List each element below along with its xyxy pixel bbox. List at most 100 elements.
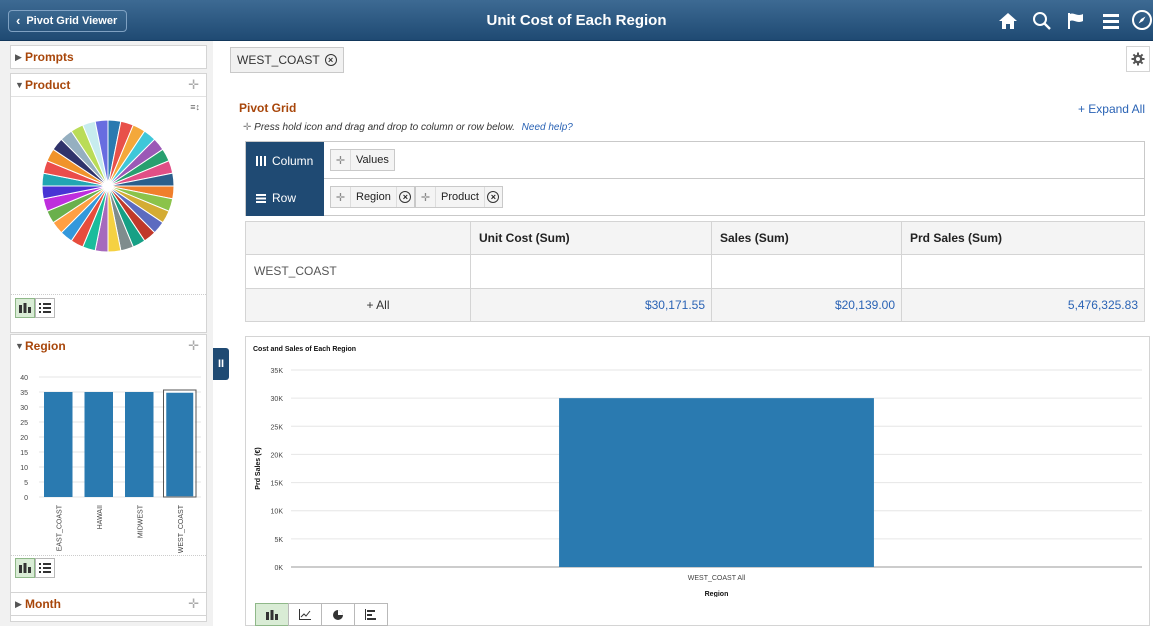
region-facet-header[interactable]: ▼ Region ✛ <box>11 335 206 357</box>
product-facet: ▼ Product ✛ ≡↕ <box>10 73 207 333</box>
gear-icon <box>1131 52 1145 66</box>
x-tick-label: MIDWEST <box>137 504 144 538</box>
x-tick-label: EAST_COAST <box>56 504 63 551</box>
field-pill-product[interactable]: ✛ Product × <box>415 186 503 208</box>
column-drop-zone[interactable]: Column ✛ Values <box>246 142 1144 179</box>
back-button[interactable]: ‹ Pivot Grid Viewer <box>8 10 128 32</box>
region-bar-chart: 40 35 30 25 20 15 10 5 0 EAST_COAST HAWAII MIDWEST W… <box>20 375 201 553</box>
x-tick-label: HAWAII <box>97 505 104 529</box>
caret-right-icon: ▶ <box>15 598 22 609</box>
drag-handle-icon[interactable]: ✛ <box>188 77 199 93</box>
horizontal-bar-icon <box>365 609 376 620</box>
flag-icon[interactable] <box>1065 10 1087 32</box>
move-icon[interactable]: ✛ <box>416 187 436 207</box>
field-pill-values[interactable]: ✛ Values <box>330 149 395 171</box>
grid-header[interactable]: Sales (Sum) <box>711 220 902 256</box>
back-button-label: Pivot Grid Viewer <box>26 15 118 27</box>
list-icon <box>39 563 51 573</box>
remove-field-icon[interactable]: × <box>487 191 500 203</box>
y-tick-label: 5 <box>24 480 28 487</box>
home-icon[interactable] <box>997 10 1019 32</box>
row-group-label[interactable]: WEST_COAST <box>245 254 471 289</box>
row-drop-zone[interactable]: Row ✛ Region × ✛ Product × <box>246 179 1144 216</box>
sort-icon[interactable]: ≡↕ <box>190 102 200 112</box>
grid-header[interactable]: Prd Sales (Sum) <box>901 220 1145 256</box>
product-pie-chart <box>41 119 175 253</box>
expand-all-row-link[interactable]: + All <box>245 287 471 323</box>
bar-chart-button[interactable] <box>255 603 289 626</box>
grid-header[interactable]: Unit Cost (Sum) <box>470 220 712 256</box>
y-tick-label: 25K <box>271 424 284 431</box>
row-label: Row <box>246 179 324 216</box>
y-tick-label: 25 <box>20 420 28 427</box>
filter-chip-label: WEST_COAST <box>237 53 320 67</box>
line-chart-button[interactable] <box>288 603 322 626</box>
filter-chip[interactable]: WEST_COAST × <box>230 47 344 73</box>
table-cell[interactable]: 5,476,325.83 <box>901 287 1145 323</box>
prompts-facet[interactable]: ▶ Prompts <box>10 45 207 69</box>
y-tick-label: 30K <box>271 396 284 403</box>
move-icon: ✛ <box>243 122 252 133</box>
bar-chart-icon <box>266 609 278 620</box>
column-label: Column <box>246 142 324 179</box>
y-tick-label: 30 <box>20 405 28 412</box>
chart-title: Cost and Sales of Each Region <box>253 346 356 353</box>
move-icon[interactable]: ✛ <box>331 150 351 170</box>
x-tick-label: WEST_COAST All <box>688 575 746 582</box>
pivot-configuration: Column ✛ Values Row ✛ Region × ✛ Product… <box>245 141 1145 216</box>
region-bar <box>84 392 113 497</box>
top-banner: ‹ Pivot Grid Viewer Unit Cost of Each Re… <box>0 0 1153 41</box>
prompts-title: Prompts <box>25 50 74 64</box>
drag-handle-icon[interactable]: ✛ <box>188 338 199 354</box>
region-bar <box>44 392 73 497</box>
main-bar-chart: Cost and Sales of Each Region 35K 30K 25K 20… <box>253 346 1142 597</box>
y-tick-label: 15 <box>20 450 28 457</box>
region-title: Region <box>25 339 66 353</box>
table-cell[interactable]: $20,139.00 <box>711 287 902 323</box>
y-axis-label: Prd Sales (€) <box>255 447 262 489</box>
divider <box>11 96 206 97</box>
remove-field-icon[interactable]: × <box>399 191 412 203</box>
pause-icon: II <box>217 358 225 370</box>
product-facet-header[interactable]: ▼ Product ✛ <box>11 74 206 96</box>
expand-all-link[interactable]: + Expand All <box>1078 102 1145 116</box>
y-tick-label: 0 <box>24 495 28 502</box>
bar-chart-icon <box>19 563 31 573</box>
table-cell[interactable]: $30,171.55 <box>470 287 712 323</box>
facet-panel: ▶ Prompts ▼ Product ✛ ≡↕ ▼ Region ✛ 40 35 <box>0 41 213 626</box>
region-bar <box>125 392 154 497</box>
grid-header-empty <box>245 220 471 256</box>
search-icon[interactable] <box>1031 10 1053 32</box>
settings-button[interactable] <box>1126 46 1150 72</box>
hint-text: Press hold icon and drag and drop to col… <box>254 122 515 133</box>
move-icon[interactable]: ✛ <box>331 187 351 207</box>
caret-down-icon: ▼ <box>15 341 24 351</box>
list-view-button[interactable] <box>35 558 55 578</box>
chart-type-switcher <box>255 603 388 626</box>
chart-view-button[interactable] <box>15 298 35 318</box>
remove-filter-icon[interactable]: × <box>324 54 337 66</box>
chart-view-button[interactable] <box>15 558 35 578</box>
chevron-left-icon: ‹ <box>16 13 21 28</box>
chart-panel: Cost and Sales of Each Region 35K 30K 25K 20… <box>245 336 1150 626</box>
x-axis-label: Region <box>705 591 729 597</box>
y-tick-label: 15K <box>271 481 284 488</box>
y-tick-label: 20 <box>20 435 28 442</box>
compass-icon[interactable] <box>1131 9 1153 31</box>
help-link[interactable]: Need help? <box>522 122 573 133</box>
horizontal-bar-button[interactable] <box>354 603 388 626</box>
section-title: Pivot Grid <box>239 101 297 115</box>
y-tick-label: 40 <box>20 375 28 382</box>
pie-chart-button[interactable] <box>321 603 355 626</box>
y-tick-label: 10 <box>20 465 28 472</box>
collapse-panel-button[interactable]: II <box>213 348 229 380</box>
caret-down-icon: ▼ <box>15 80 24 90</box>
field-pill-region[interactable]: ✛ Region × <box>330 186 415 208</box>
caret-right-icon: ▶ <box>15 51 22 62</box>
region-bar <box>164 391 195 498</box>
list-view-button[interactable] <box>35 298 55 318</box>
drag-hint: ✛ Press hold icon and drag and drop to c… <box>243 122 573 133</box>
menu-icon[interactable] <box>1100 10 1122 32</box>
month-facet[interactable]: ▶ Month ✛ <box>10 592 207 616</box>
drag-handle-icon[interactable]: ✛ <box>188 596 199 612</box>
